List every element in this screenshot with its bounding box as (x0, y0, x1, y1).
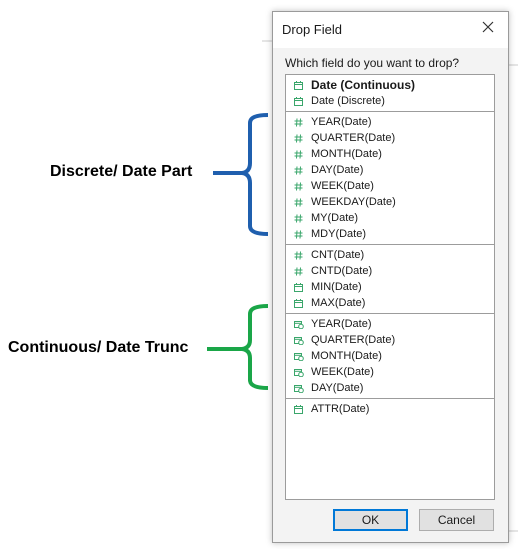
list-item[interactable]: WEEK(Date) (286, 178, 494, 194)
hash-icon (294, 149, 303, 159)
calendar-icon (294, 298, 303, 308)
calendar-icon (294, 404, 303, 414)
hash-icon (294, 133, 303, 143)
ok-button[interactable]: OK (333, 509, 408, 531)
list-item[interactable]: Date (Continuous) (286, 77, 494, 93)
calendar-icon (294, 282, 303, 292)
list-item-label: WEEK(Date) (311, 366, 374, 378)
close-button[interactable] (468, 12, 508, 46)
drop-field-dialog: Drop Field Which field do you want to dr… (272, 11, 509, 543)
list-item[interactable]: QUARTER(Date) (286, 130, 494, 146)
calendar-clock-icon (294, 368, 304, 377)
list-item-label: YEAR(Date) (311, 318, 372, 330)
list-item-label: MONTH(Date) (311, 148, 382, 160)
list-item[interactable]: WEEKDAY(Date) (286, 194, 494, 210)
title-bar: Drop Field (273, 12, 508, 48)
list-item[interactable]: QUARTER(Date) (286, 332, 494, 348)
list-item-label: CNTD(Date) (311, 265, 373, 277)
cancel-button[interactable]: Cancel (419, 509, 494, 531)
list-item-label: YEAR(Date) (311, 116, 372, 128)
field-group: Date (Continuous) Date (Discrete) (286, 75, 494, 112)
list-item-label: DAY(Date) (311, 382, 364, 394)
hash-icon (294, 165, 303, 175)
list-item[interactable]: CNT(Date) (286, 247, 494, 263)
list-item[interactable]: DAY(Date) (286, 380, 494, 396)
hash-icon (294, 213, 303, 223)
list-item[interactable]: MONTH(Date) (286, 146, 494, 162)
list-item-label: MDY(Date) (311, 228, 367, 240)
calendar-icon (294, 96, 303, 106)
list-item[interactable]: WEEK(Date) (286, 364, 494, 380)
hash-icon (294, 229, 303, 239)
field-group: ATTR(Date) (286, 399, 494, 419)
list-item-label: Date (Continuous) (311, 78, 415, 92)
list-item-label: MY(Date) (311, 212, 359, 224)
list-item[interactable]: MONTH(Date) (286, 348, 494, 364)
list-item-label: DAY(Date) (311, 164, 364, 176)
hash-icon (294, 266, 303, 276)
list-item[interactable]: YEAR(Date) (286, 316, 494, 332)
list-item-label: WEEK(Date) (311, 180, 374, 192)
dialog-title: Drop Field (282, 22, 342, 37)
list-item-label: QUARTER(Date) (311, 132, 396, 144)
list-item[interactable]: YEAR(Date) (286, 114, 494, 130)
field-group: YEAR(Date) QUARTER(Date) MONTH(Date) WEEK(D… (286, 314, 494, 399)
field-group: CNT(Date) CNTD(Date) MIN(Date) MAX(Date) (286, 245, 494, 314)
list-item[interactable]: MAX(Date) (286, 295, 494, 311)
hash-icon (294, 181, 303, 191)
hash-icon (294, 197, 303, 207)
list-item[interactable]: MDY(Date) (286, 226, 494, 242)
list-item-label: MONTH(Date) (311, 350, 382, 362)
calendar-icon (294, 80, 303, 90)
list-item[interactable]: Date (Discrete) (286, 93, 494, 109)
list-item-label: QUARTER(Date) (311, 334, 396, 346)
dialog-prompt: Which field do you want to drop? (285, 56, 460, 70)
list-item[interactable]: MY(Date) (286, 210, 494, 226)
list-item-label: CNT(Date) (311, 249, 365, 261)
close-icon (482, 20, 494, 38)
field-group: YEAR(Date) QUARTER(Date) MONTH(Date) DAY(Da… (286, 112, 494, 245)
continuous-annotation-label: Continuous/ Date Trunc (8, 339, 189, 356)
list-item[interactable]: MIN(Date) (286, 279, 494, 295)
list-item[interactable]: ATTR(Date) (286, 401, 494, 417)
list-item[interactable]: CNTD(Date) (286, 263, 494, 279)
calendar-clock-icon (294, 384, 304, 393)
list-item-label: MAX(Date) (311, 297, 366, 309)
hash-icon (294, 117, 303, 127)
list-item-label: MIN(Date) (311, 281, 362, 293)
calendar-clock-icon (294, 336, 304, 345)
list-item-label: ATTR(Date) (311, 403, 370, 415)
list-item[interactable]: DAY(Date) (286, 162, 494, 178)
list-item-label: Date (Discrete) (311, 95, 385, 107)
calendar-clock-icon (294, 352, 304, 361)
list-item-label: WEEKDAY(Date) (311, 196, 396, 208)
calendar-clock-icon (294, 320, 304, 329)
hash-icon (294, 250, 303, 260)
field-listbox[interactable]: Date (Continuous) Date (Discrete) YEAR(Dat… (285, 74, 495, 500)
